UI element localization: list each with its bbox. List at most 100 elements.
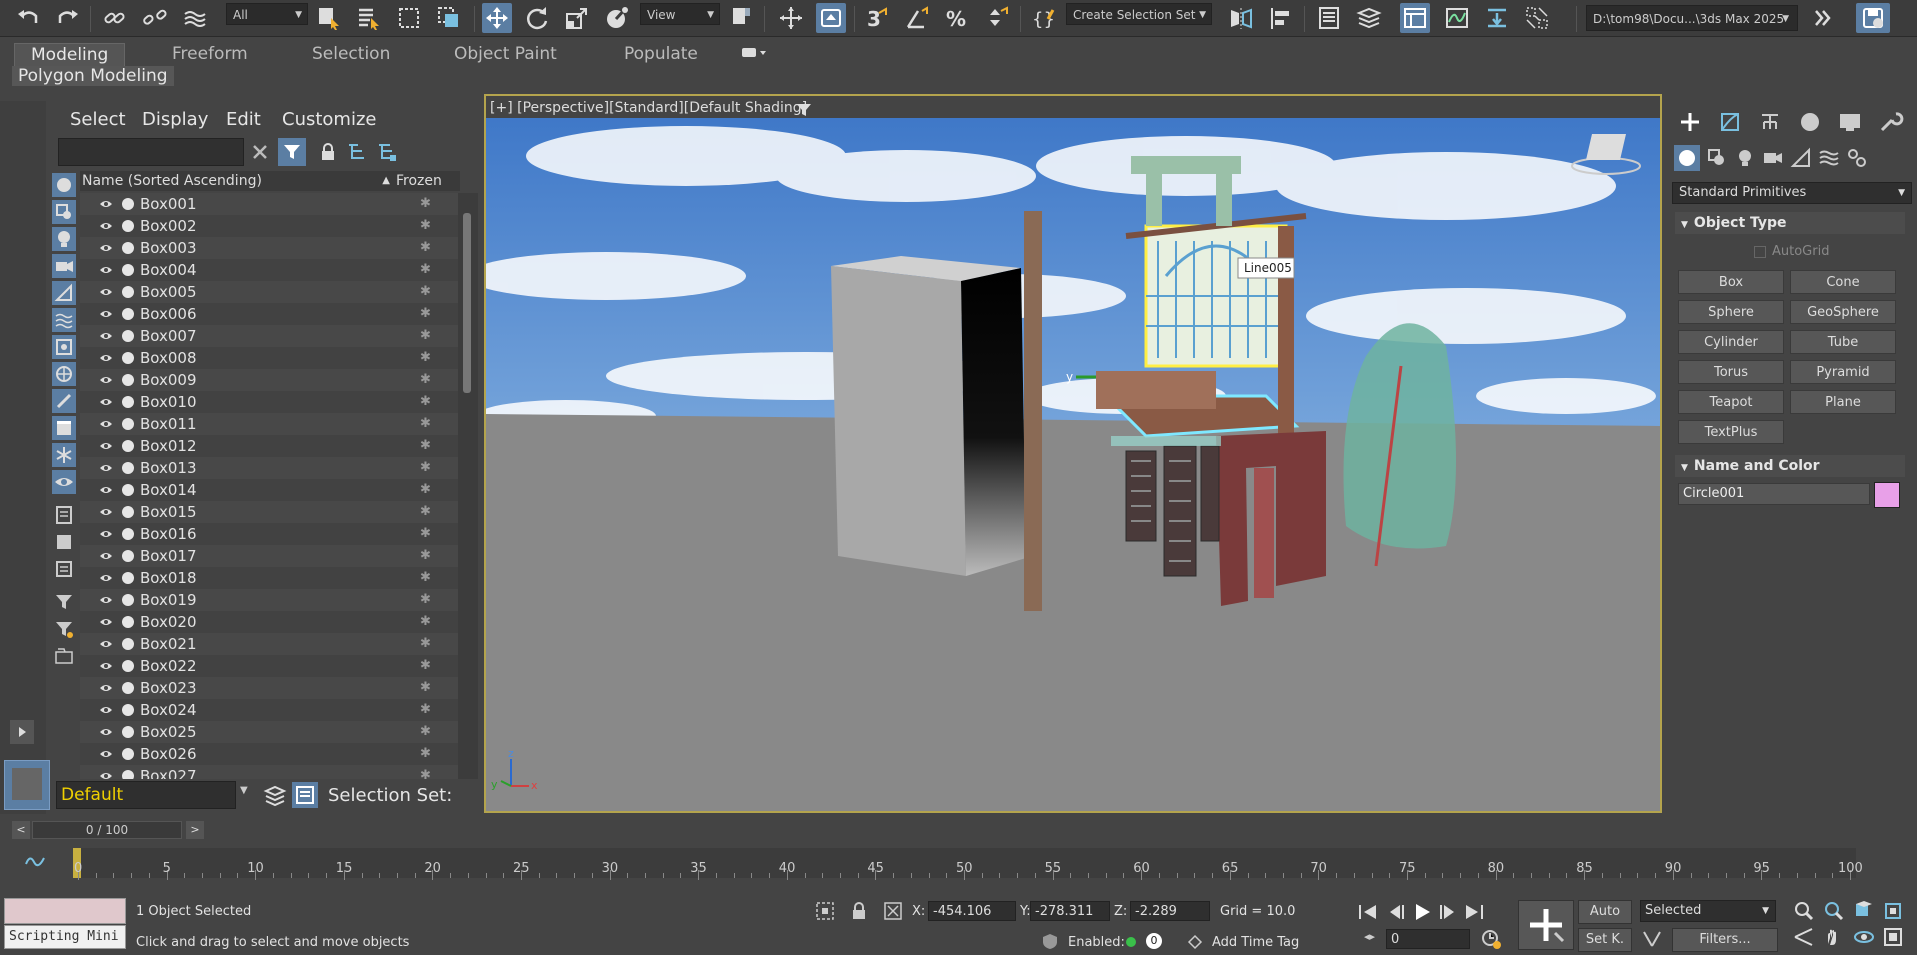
visibility-eye-icon[interactable]: [99, 307, 113, 321]
visibility-eye-icon[interactable]: [99, 285, 113, 299]
utilities-tab-icon[interactable]: [1876, 108, 1904, 136]
building-box[interactable]: [831, 256, 1026, 576]
spacewarps-category-icon[interactable]: [1816, 145, 1842, 171]
toggle-scene-explorer-icon[interactable]: [1314, 3, 1344, 33]
freeze-toggle-icon[interactable]: ✱: [420, 306, 431, 321]
pivot-center-icon[interactable]: [726, 3, 756, 33]
table-row[interactable]: Box008 ✱: [80, 347, 458, 369]
scene-search-input[interactable]: [58, 138, 244, 166]
mirror-icon[interactable]: [1226, 3, 1256, 33]
visibility-eye-icon[interactable]: [99, 483, 113, 497]
helpers-category-icon[interactable]: [1788, 145, 1814, 171]
clear-search-icon[interactable]: [250, 142, 270, 162]
orbit-icon[interactable]: [1852, 926, 1876, 948]
freeze-toggle-icon[interactable]: ✱: [420, 262, 431, 277]
maximize-viewport-icon[interactable]: [1882, 926, 1906, 948]
freeze-toggle-icon[interactable]: ✱: [420, 614, 431, 629]
render-toggle-icon[interactable]: [122, 594, 134, 606]
z-coordinate-field[interactable]: -2.289: [1130, 901, 1210, 921]
rotate-icon[interactable]: [522, 3, 552, 33]
table-row[interactable]: Box011 ✱: [80, 413, 458, 435]
render-toggle-icon[interactable]: [122, 506, 134, 518]
freeze-toggle-icon[interactable]: ✱: [420, 768, 431, 779]
pan-view-icon[interactable]: [1822, 926, 1846, 948]
freeze-toggle-icon[interactable]: ✱: [420, 526, 431, 541]
viewport-standard-menu[interactable]: [Standard]: [609, 100, 684, 116]
visibility-eye-icon[interactable]: [99, 637, 113, 651]
freeze-toggle-icon[interactable]: ✱: [420, 636, 431, 651]
systems-category-icon[interactable]: [1844, 145, 1870, 171]
render-toggle-icon[interactable]: [122, 418, 134, 430]
freeze-toggle-icon[interactable]: ✱: [420, 372, 431, 387]
viewport-layout-icon[interactable]: [4, 760, 50, 810]
key-filters-button[interactable]: Filters...: [1672, 928, 1778, 952]
freeze-toggle-icon[interactable]: ✱: [420, 460, 431, 475]
freeze-toggle-icon[interactable]: ✱: [420, 394, 431, 409]
isolate-selection-icon[interactable]: [814, 900, 836, 922]
render-toggle-icon[interactable]: [122, 660, 134, 672]
primitive-button-textplus[interactable]: TextPlus: [1678, 420, 1784, 444]
freeze-toggle-icon[interactable]: ✱: [420, 416, 431, 431]
table-row[interactable]: Box023 ✱: [80, 677, 458, 699]
freeze-toggle-icon[interactable]: ✱: [420, 658, 431, 673]
key-mode-icon[interactable]: [1640, 928, 1666, 950]
current-frame-field[interactable]: 0: [1386, 929, 1470, 949]
menu-select[interactable]: Select: [70, 109, 126, 130]
visibility-eye-icon[interactable]: [99, 417, 113, 431]
table-row[interactable]: Box020 ✱: [80, 611, 458, 633]
freeze-toggle-icon[interactable]: ✱: [420, 350, 431, 365]
maxscript-listener-field[interactable]: [4, 898, 126, 924]
snaps-toggle-icon[interactable]: 3: [862, 3, 892, 33]
render-toggle-icon[interactable]: [122, 704, 134, 716]
tab-freeform[interactable]: Freeform: [172, 43, 248, 65]
primitive-button-box[interactable]: Box: [1678, 270, 1784, 294]
table-row[interactable]: Box021 ✱: [80, 633, 458, 655]
freeze-toggle-icon[interactable]: ✱: [420, 482, 431, 497]
viewport-scene[interactable]: y Line005 z x y: [486, 96, 1660, 811]
table-row[interactable]: Box015 ✱: [80, 501, 458, 523]
freeze-toggle-icon[interactable]: ✱: [420, 548, 431, 563]
freeze-toggle-icon[interactable]: ✱: [420, 218, 431, 233]
scene-explorer-mode-icon[interactable]: [292, 782, 318, 808]
set-key-button[interactable]: [1518, 900, 1574, 950]
visibility-eye-icon[interactable]: [99, 461, 113, 475]
angle-snap-icon[interactable]: [902, 3, 932, 33]
window-crossing-icon[interactable]: [434, 3, 464, 33]
adaptive-degradation-icon[interactable]: [1040, 932, 1060, 950]
autogrid-checkbox[interactable]: AutoGrid: [1754, 244, 1829, 259]
render-toggle-icon[interactable]: [122, 638, 134, 650]
render-toggle-icon[interactable]: [122, 770, 134, 779]
visibility-eye-icon[interactable]: [99, 329, 113, 343]
zoom-all-icon[interactable]: [1822, 900, 1846, 922]
menu-edit[interactable]: Edit: [226, 109, 261, 130]
visibility-eye-icon[interactable]: [99, 351, 113, 365]
visibility-eye-icon[interactable]: [99, 549, 113, 563]
viewport-plus-menu[interactable]: [+]: [490, 100, 513, 116]
time-slider-prev-icon[interactable]: <: [12, 821, 30, 839]
toggle-ribbon-icon[interactable]: [1400, 3, 1430, 33]
select-by-name-icon[interactable]: [354, 3, 384, 33]
play-icon[interactable]: [1410, 900, 1434, 924]
freeze-toggle-icon[interactable]: ✱: [420, 680, 431, 695]
layer-hierarchy-icon[interactable]: [376, 142, 398, 162]
table-row[interactable]: Box007 ✱: [80, 325, 458, 347]
lights-category-icon[interactable]: [1732, 145, 1758, 171]
scene-list-scrollbar[interactable]: [458, 193, 478, 779]
visibility-eye-icon[interactable]: [99, 593, 113, 607]
previous-frame-icon[interactable]: [1384, 900, 1408, 924]
render-toggle-icon[interactable]: [122, 330, 134, 342]
primitive-category-dropdown[interactable]: Standard Primitives ▼: [1672, 182, 1912, 204]
visibility-eye-icon[interactable]: [99, 395, 113, 409]
visibility-eye-icon[interactable]: [99, 571, 113, 585]
scrollbar-thumb[interactable]: [463, 213, 471, 393]
keyboard-shortcut-override-icon[interactable]: [816, 3, 846, 33]
primitive-button-tube[interactable]: Tube: [1790, 330, 1896, 354]
motion-tab-icon[interactable]: [1796, 108, 1824, 136]
freeze-toggle-icon[interactable]: ✱: [420, 570, 431, 585]
layer-dropdown-caret-icon[interactable]: ▼: [240, 785, 248, 796]
rollout-object-type[interactable]: ▼ Object Type: [1675, 212, 1905, 234]
table-row[interactable]: Box018 ✱: [80, 567, 458, 589]
render-toggle-icon[interactable]: [122, 242, 134, 254]
rollout-name-and-color[interactable]: ▼ Name and Color: [1675, 455, 1905, 477]
tab-modeling[interactable]: Modeling: [14, 43, 126, 67]
